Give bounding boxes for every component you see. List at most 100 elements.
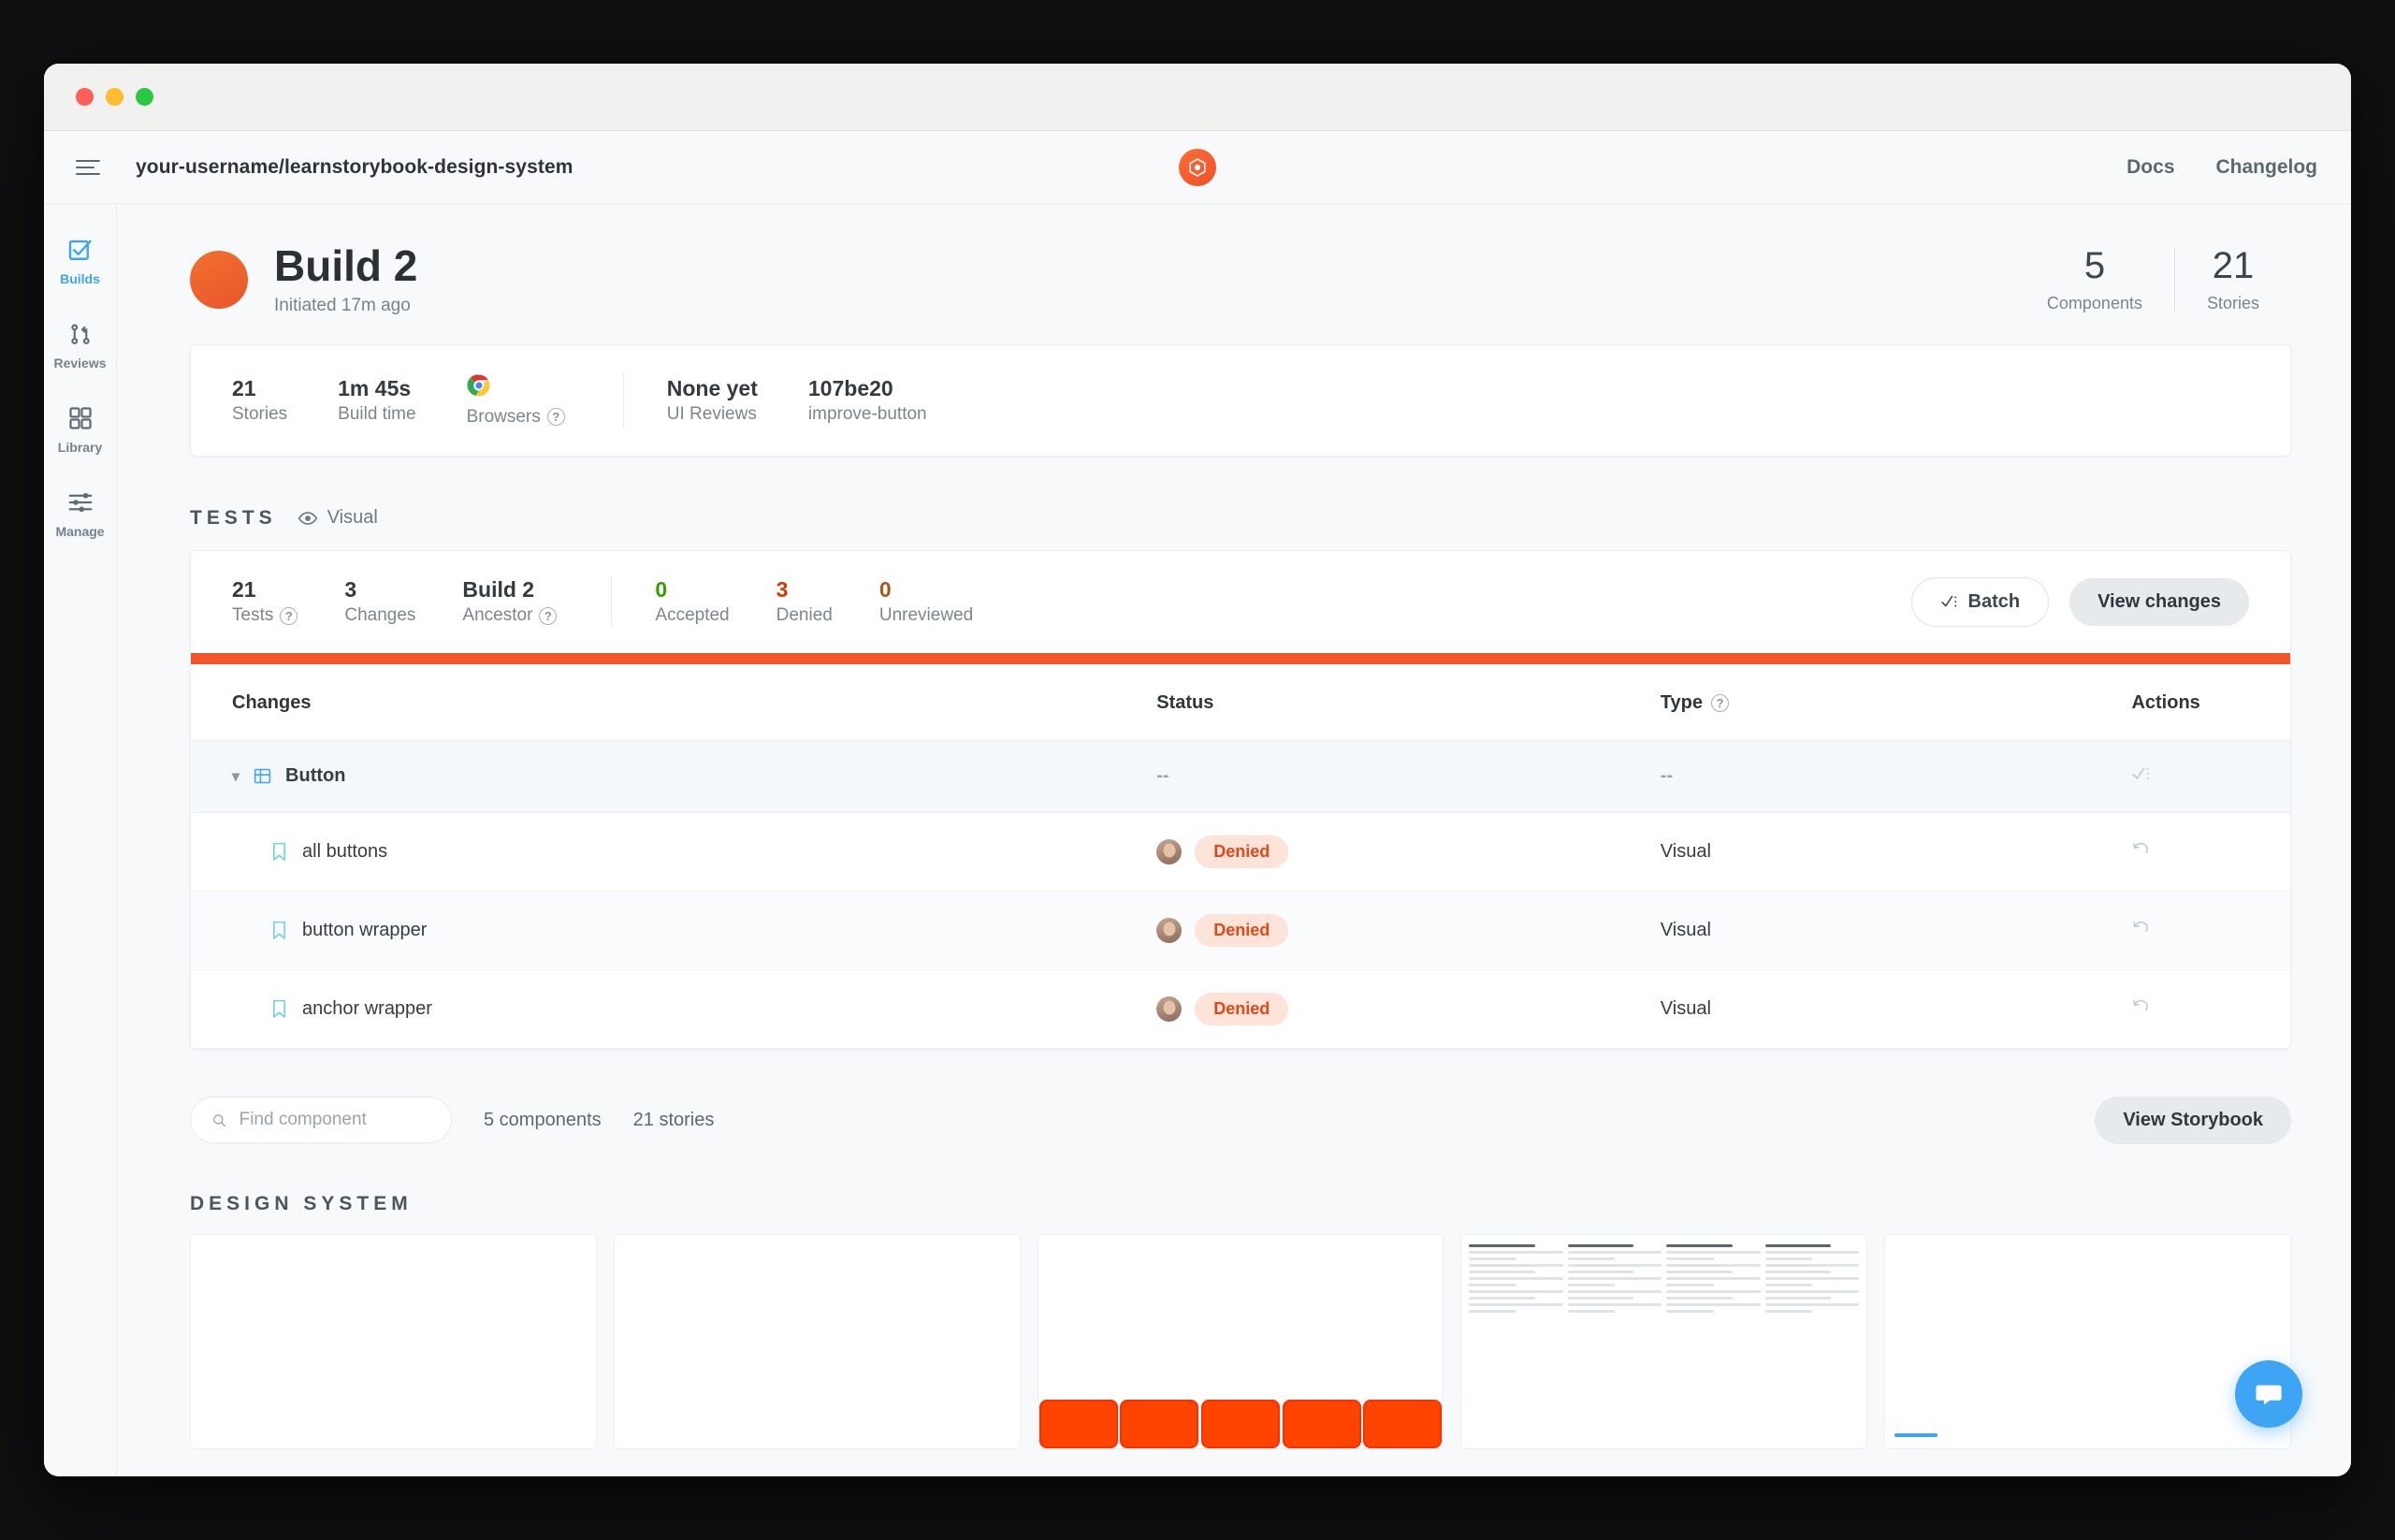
nav-link-changelog[interactable]: Changelog [2216,156,2318,179]
avatar [1156,917,1183,943]
status-badge: Denied [1195,835,1289,868]
commit-hash-link[interactable]: 107be20 [808,376,927,400]
summary-changes: 3 Changes [344,577,415,626]
main-content: Build 2 Initiated 17m ago 5 Components 2… [117,204,2351,1476]
hamburger-menu-icon[interactable] [70,149,108,186]
bookmark-icon [273,842,285,861]
tab-visual-label: Visual [327,507,378,529]
component-name: Button [285,765,346,787]
tests-section-header: TESTS Visual [190,507,2351,530]
sidebar-item-builds[interactable]: Builds [44,236,117,286]
stat-build-time-value: 1m 45s [338,375,412,400]
undo-icon[interactable] [2131,997,2152,1021]
story-name: all buttons [302,840,388,862]
help-icon-tests[interactable]: ? [280,606,298,625]
hero-counts: 5 Components 21 Stories [2015,244,2291,313]
view-changes-button[interactable]: View changes [2069,577,2249,626]
table-row-component[interactable]: ▾ Button -- -- [191,740,2290,813]
component-status: -- [1156,765,1169,787]
help-icon-type[interactable]: ? [1710,693,1729,712]
component-icon [254,768,271,784]
status-badge: Denied [1195,913,1289,947]
sidebar-item-label: Reviews [53,356,107,370]
stat-browsers-label: Browsers ? [467,407,565,428]
component-type: -- [1660,765,1674,787]
summary-tests-value: 21 [232,577,256,603]
help-icon-ancestor[interactable]: ? [539,606,558,625]
summary-tests-label: Tests ? [232,605,298,626]
checkmark-list-icon [1940,596,1956,607]
sidebar-item-library[interactable]: Library [44,404,117,455]
column-header-actions: Actions [2122,663,2290,741]
design-system-heading: DESIGN SYSTEM [190,1192,413,1214]
view-storybook-button-label: View Storybook [2123,1109,2263,1130]
stat-build-time: 1m 45s Build time [338,376,415,425]
sidebar-item-reviews[interactable]: Reviews [44,320,117,370]
search-icon [213,1113,225,1126]
ancestor-build-link[interactable]: Build 2 [462,577,557,602]
batch-check-icon[interactable] [2131,765,2152,789]
summary-changes-value: 3 [344,577,357,603]
undo-icon[interactable] [2131,840,2152,864]
search-component-box[interactable] [190,1097,452,1144]
test-type: Visual [1660,997,1711,1019]
build-timestamp: Initiated 17m ago [274,296,411,316]
components-count-text: 5 components [484,1109,602,1130]
stat-ui-reviews-label: UI Reviews [666,404,757,425]
header-nav: Docs Changelog [2126,156,2317,179]
pull-request-icon [70,324,90,344]
summary-accepted-value: 0 [655,577,668,603]
chevron-down-icon[interactable]: ▾ [232,767,240,786]
stat-stories-label: Stories [232,404,288,425]
stat-browsers-text: Browsers [466,406,541,427]
table-header-row: Changes Status Type ? Actions [191,663,2290,741]
sidebar-item-label: Library [57,440,103,455]
chromatic-logo-icon[interactable] [1179,148,1216,186]
undo-icon[interactable] [2131,919,2152,942]
story-name: anchor wrapper [302,997,432,1019]
window-close-button[interactable] [76,88,94,106]
stat-build-time-label: Build time [338,404,416,425]
table-row[interactable]: all buttons Denied Visual [191,812,2290,892]
stat-ui-reviews: None yet UI Reviews [667,376,758,425]
nav-link-docs[interactable]: Docs [2126,156,2174,179]
tests-actions: Batch View changes [1910,576,2249,627]
tab-visual[interactable]: Visual [298,507,378,529]
components-count-value: 5 [2083,244,2106,286]
view-storybook-button[interactable]: View Storybook [2095,1096,2291,1144]
table-row[interactable]: anchor wrapper Denied Visual [191,969,2290,1049]
help-icon-browsers[interactable]: ? [546,408,565,427]
batch-button[interactable]: Batch [1910,576,2050,627]
bookmark-icon [273,999,285,1018]
sidebar-item-manage[interactable]: Manage [44,488,117,539]
window-maximize-button[interactable] [136,88,153,106]
window-minimize-button[interactable] [106,88,123,106]
tests-section-label: TESTS [190,506,277,529]
batch-button-label: Batch [1967,590,2021,612]
summary-unreviewed-value: 0 [878,577,892,603]
table-row[interactable]: button wrapper Denied Visual [191,891,2290,970]
summary-accepted: 0 Accepted [655,577,729,626]
summary-tests: 21 Tests ? [232,577,298,626]
stat-browsers: Browsers ? [467,373,565,427]
page-title: Build 2 [274,241,418,290]
snapshot-card[interactable] [1037,1233,1444,1449]
chat-bubble-icon[interactable] [2235,1360,2302,1428]
search-input[interactable] [239,1110,430,1131]
column-header-status: Status [1156,663,1661,741]
summary-denied-label: Denied [776,605,833,626]
snapshot-card[interactable] [190,1233,597,1449]
snapshot-card[interactable] [1884,1233,2291,1449]
stat-stories: 21 Stories [232,376,287,425]
snapshot-card[interactable] [1460,1233,1868,1449]
tests-summary: 21 Tests ? 3 Changes Build 2 Ancestor ? … [191,551,2290,653]
snapshot-card[interactable] [613,1233,1021,1449]
view-changes-button-label: View changes [2097,590,2221,612]
components-count-label: Components [2046,293,2142,312]
breadcrumb-repo-path: your-username/learnstorybook-design-syst… [136,155,573,178]
divider [611,576,613,627]
divider [622,373,624,428]
window-titlebar [44,64,2351,131]
changes-table: Changes Status Type ? Actions ▾ Button -… [191,663,2290,1049]
stat-ui-reviews-value: None yet [666,375,758,400]
